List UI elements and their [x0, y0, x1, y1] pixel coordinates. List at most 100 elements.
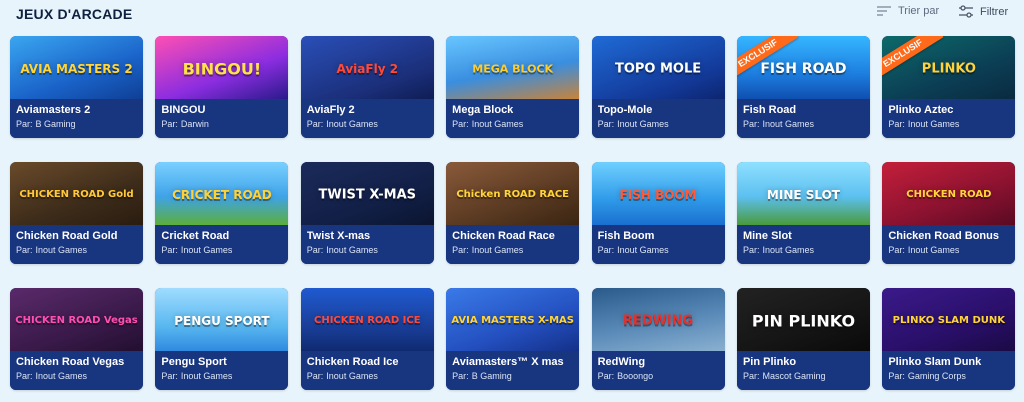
game-title: Cricket Road [161, 230, 230, 242]
game-card[interactable]: PLINKO SLAM DUNK Plinko Slam Dunk Par: Gami… [882, 288, 1016, 390]
game-info: Fish Road Par: Inout Games [736, 99, 870, 138]
game-thumbnail[interactable]: CHICKEN ROAD [882, 162, 1016, 225]
game-title: Aviamasters™ X mas [452, 356, 564, 368]
game-card[interactable]: CHICKEN ROAD Vegas Chicken Road Vegas Par:… [10, 288, 143, 390]
provider-name: Booongo [617, 371, 654, 381]
provider-name: Inout Games [180, 245, 233, 255]
game-thumbnail[interactable]: AVIA MASTERS X-MAS [446, 288, 580, 351]
game-logo: PLINKO [921, 61, 976, 77]
game-card[interactable]: PENGU SPORT Pengu Sport Par: Inout Games [155, 288, 289, 390]
provider-prefix: Par: [452, 119, 469, 129]
provider-name: Mascot Gaming [762, 371, 826, 381]
game-card[interactable]: Chicken ROAD RACE Chicken Road Race Par: In… [446, 162, 580, 264]
game-card[interactable]: BINGOU! BINGOU Par: Darwin [155, 36, 289, 138]
game-thumbnail[interactable]: CHICKEN ROAD Gold [10, 162, 143, 225]
game-thumbnail[interactable]: CRICKET ROAD [155, 162, 289, 225]
game-provider: Par: Mascot Gaming [743, 371, 864, 381]
game-info: Cricket Road Par: Inout Games [155, 225, 289, 264]
provider-name: Inout Games [617, 245, 669, 255]
game-thumbnail[interactable]: Chicken ROAD RACE [446, 162, 580, 225]
game-card[interactable]: CHICKEN ROAD Gold Chicken Road Gold Par: In… [10, 162, 143, 264]
game-thumbnail[interactable]: CHICKEN ROAD ICE [300, 288, 434, 351]
game-card[interactable]: FISH ROAD EXCLUSIF Fish Road Par: Inout Game… [736, 36, 870, 138]
game-card[interactable]: TWIST X-MAS Twist X-mas Par: Inout Games [300, 162, 434, 264]
game-thumbnail[interactable]: AVIA MASTERS 2 [10, 36, 143, 99]
provider-prefix: Par: [742, 371, 760, 381]
game-thumbnail[interactable]: FISH ROAD EXCLUSIF [736, 36, 870, 99]
game-thumbnail[interactable]: CHICKEN ROAD Vegas [10, 288, 143, 351]
game-thumbnail[interactable]: BINGOU! [155, 36, 289, 99]
game-card[interactable]: PLINKO EXCLUSIF Plinko Aztec Par: Inout Game… [882, 36, 1016, 138]
provider-name: Inout Games [762, 245, 814, 255]
filter-button[interactable]: Filtrer [958, 5, 1008, 19]
game-title: Fish Boom [597, 230, 655, 242]
game-logo: REDWING [622, 313, 694, 329]
sort-label: Trier par [898, 5, 940, 17]
game-provider: Par: Inout Games [598, 245, 719, 255]
provider-prefix: Par: [742, 119, 760, 129]
game-logo: PIN PLINKO [751, 310, 856, 330]
game-card[interactable]: AviaFly 2 AviaFly 2 Par: Inout Games [300, 36, 434, 138]
game-provider: Par: Inout Games [452, 119, 573, 129]
filter-label: Filtrer [980, 6, 1009, 18]
game-title: Aviamasters 2 [16, 104, 91, 116]
game-logo: AviaFly 2 [336, 61, 399, 76]
game-card[interactable]: AVIA MASTERS X-MAS Aviamasters™ X mas Par:… [446, 288, 580, 390]
provider-prefix: Par: [452, 245, 469, 255]
provider-name: Darwin [180, 119, 209, 129]
sliders-filter-icon [958, 5, 974, 19]
game-title: Chicken Road Vegas [16, 356, 125, 368]
game-thumbnail[interactable]: AviaFly 2 [300, 36, 434, 99]
game-title: Mine Slot [742, 230, 792, 242]
game-info: AviaFly 2 Par: Inout Games [300, 99, 434, 138]
game-logo: FISH BOOM [619, 187, 697, 202]
game-thumbnail[interactable]: TWIST X-MAS [300, 162, 434, 225]
game-title: Fish Road [742, 104, 797, 116]
provider-name: Inout Games [471, 245, 524, 255]
provider-name: Gaming Corps [907, 371, 966, 381]
provider-prefix: Par: [161, 119, 178, 129]
game-title: Plinko Slam Dunk [888, 356, 982, 368]
game-card[interactable]: CRICKET ROAD Cricket Road Par: Inout Games [155, 162, 289, 264]
game-card[interactable]: CHICKEN ROAD ICE Chicken Road Ice Par: Inou… [300, 288, 434, 390]
provider-name: Inout Games [326, 371, 378, 381]
game-thumbnail[interactable]: TOPO MOLE [591, 36, 725, 99]
game-card[interactable]: MINE SLOT Mine Slot Par: Inout Games [736, 162, 870, 264]
game-provider: Par: Inout Games [16, 371, 137, 381]
game-thumbnail[interactable]: REDWING [591, 288, 725, 351]
provider-name: Inout Games [180, 371, 233, 381]
provider-prefix: Par: [16, 245, 33, 255]
game-provider: Par: Inout Games [888, 119, 1009, 129]
sort-button[interactable]: Trier par [876, 5, 939, 17]
game-provider: Par: Inout Games [161, 371, 282, 381]
game-thumbnail[interactable]: PLINKO EXCLUSIF [882, 36, 1016, 99]
game-provider: Par: Inout Games [16, 245, 137, 255]
game-thumbnail[interactable]: PLINKO SLAM DUNK [882, 288, 1016, 351]
game-title: Chicken Road Bonus [888, 230, 999, 242]
game-logo: CHICKEN ROAD Vegas [15, 314, 138, 326]
game-card[interactable]: AVIA MASTERS 2 Aviamasters 2 Par: B Gaming [10, 36, 143, 138]
game-card[interactable]: CHICKEN ROAD Chicken Road Bonus Par: Inout … [882, 162, 1016, 264]
game-thumbnail[interactable]: MINE SLOT [736, 162, 870, 225]
game-thumbnail[interactable]: MEGA BLOCK [446, 36, 580, 99]
game-logo: CRICKET ROAD [172, 187, 272, 202]
game-provider: Par: Inout Games [598, 119, 719, 129]
game-thumbnail[interactable]: FISH BOOM [591, 162, 725, 225]
game-title: Plinko Aztec [888, 104, 954, 116]
game-card[interactable]: REDWING RedWing Par: Booongo [591, 288, 725, 390]
game-provider: Par: Darwin [161, 119, 282, 129]
game-card[interactable]: FISH BOOM Fish Boom Par: Inout Games [591, 162, 725, 264]
game-info: Aviamasters 2 Par: B Gaming [10, 99, 143, 138]
game-thumbnail[interactable]: PENGU SPORT [155, 288, 289, 351]
game-provider: Par: B Gaming [452, 371, 573, 381]
provider-prefix: Par: [597, 371, 615, 381]
game-card[interactable]: MEGA BLOCK Mega Block Par: Inout Games [446, 36, 580, 138]
game-provider: Par: Booongo [598, 371, 719, 381]
game-title: BINGOU [161, 104, 206, 116]
game-thumbnail[interactable]: PIN PLINKO [736, 288, 870, 351]
game-card[interactable]: TOPO MOLE Topo-Mole Par: Inout Games [591, 36, 725, 138]
game-card[interactable]: PIN PLINKO Pin Plinko Par: Mascot Gaming [736, 288, 870, 390]
provider-name: Inout Games [617, 119, 669, 129]
game-logo: MINE SLOT [766, 187, 840, 202]
provider-prefix: Par: [888, 119, 905, 129]
